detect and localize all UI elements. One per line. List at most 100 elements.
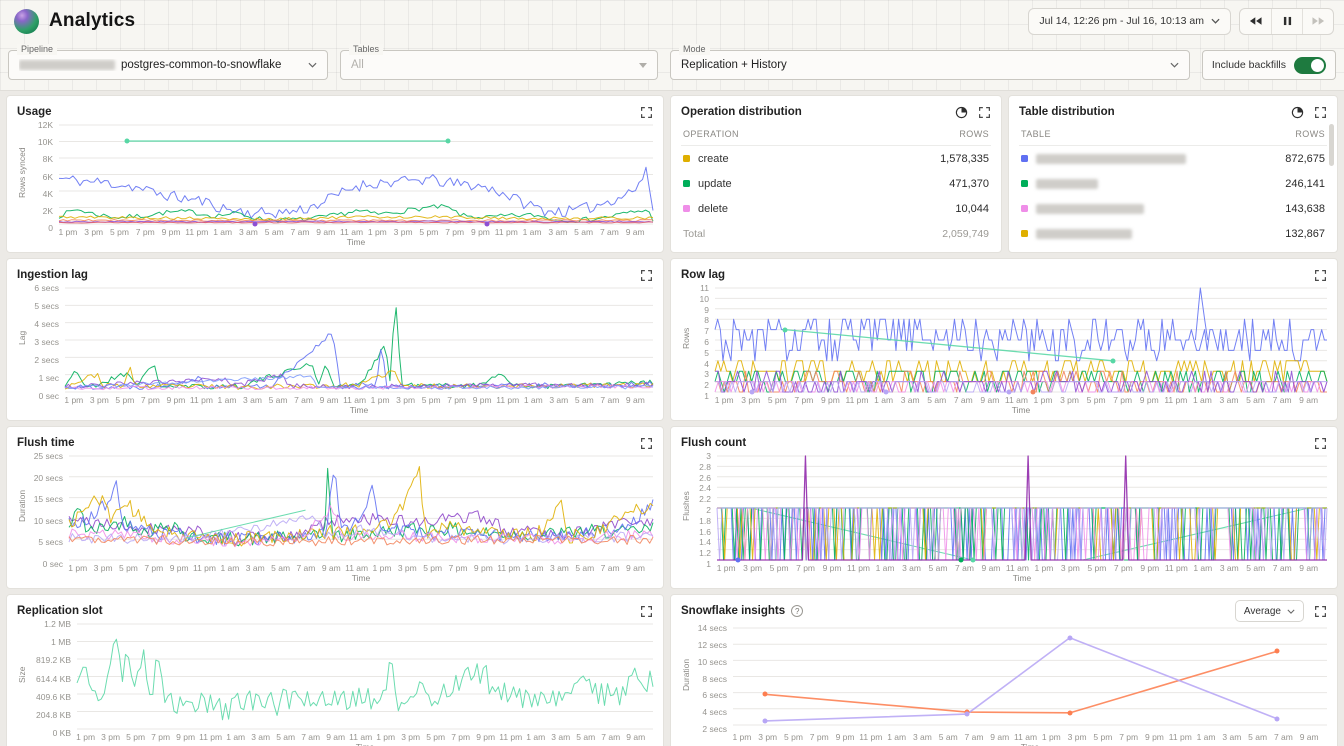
row-value: 471,370 — [949, 178, 989, 190]
x-tick: 1 am — [876, 563, 895, 573]
expand-icon[interactable] — [978, 106, 991, 119]
x-tick: 1 pm — [717, 563, 736, 573]
x-tick: 11 pm — [495, 227, 518, 237]
x-tick: 9 am — [981, 563, 1000, 573]
y-tick: 1.2 MB — [44, 619, 71, 629]
y-tick: 3 — [706, 451, 711, 461]
tables-select[interactable]: Tables All — [340, 50, 658, 80]
x-tick: 9 pm — [166, 395, 185, 405]
column-header: TABLE — [1021, 129, 1051, 139]
date-range-button[interactable]: Jul 14, 12:26 pm - Jul 16, 10:13 am — [1028, 8, 1231, 35]
expand-icon[interactable] — [640, 605, 653, 618]
expand-icon[interactable] — [640, 106, 653, 119]
x-tick: 9 pm — [162, 227, 181, 237]
x-tick: 11 pm — [193, 563, 216, 573]
x-tick: 1 am — [526, 732, 545, 742]
x-tick: 7 am — [601, 732, 620, 742]
data-point-marker — [1067, 710, 1072, 715]
include-backfills-control: Include backfills — [1202, 50, 1336, 80]
data-point-marker — [763, 718, 768, 723]
table-row: 246,141 — [1019, 171, 1327, 196]
x-tick: 1 am — [524, 395, 543, 405]
rewind-icon — [1249, 16, 1262, 26]
y-tick: 10 secs — [34, 516, 63, 526]
x-tick: 9 am — [980, 395, 999, 405]
x-tick: 3 am — [549, 395, 568, 405]
expand-icon[interactable] — [1314, 269, 1327, 282]
usage-title: Usage — [17, 106, 52, 118]
pie-chart-icon[interactable] — [955, 106, 968, 119]
x-tick: 5 pm — [419, 227, 438, 237]
x-tick: 5 am — [929, 563, 948, 573]
x-tick: 3 am — [239, 227, 258, 237]
x-axis: 1 pm3 pm5 pm7 pm9 pm11 pm1 am3 am5 am7 a… — [77, 729, 653, 742]
x-tick: 3 am — [551, 732, 570, 742]
x-tick: 5 am — [939, 732, 958, 742]
x-tick: 9 pm — [473, 395, 492, 405]
expand-icon[interactable] — [1314, 437, 1327, 450]
x-tick: 3 pm — [401, 732, 420, 742]
y-tick: 3 secs — [34, 337, 59, 347]
x-tick: 11 pm — [499, 732, 522, 742]
x-tick: 9 pm — [1145, 732, 1164, 742]
help-icon[interactable]: ? — [791, 605, 803, 617]
mode-select[interactable]: Mode Replication + History — [670, 50, 1190, 80]
y-tick: 1 — [704, 391, 709, 401]
operation-distribution-card: Operation distribution OPERATIONROWS cre… — [670, 95, 1002, 253]
column-header: OPERATION — [683, 129, 739, 139]
y-tick: 11 — [700, 283, 709, 293]
y-axis-label: Rows synced — [17, 121, 29, 224]
x-tick: 1 pm — [76, 732, 95, 742]
x-tick: 1 am — [226, 732, 245, 742]
y-tick: 2.2 — [699, 494, 711, 504]
x-tick: 5 am — [1246, 563, 1265, 573]
x-tick: 5 am — [276, 732, 295, 742]
x-tick: 11 am — [349, 732, 372, 742]
x-tick: 7 pm — [451, 732, 470, 742]
expand-icon[interactable] — [640, 437, 653, 450]
y-axis-label: Rows — [681, 284, 693, 392]
y-tick: 1 sec — [39, 373, 59, 383]
pipeline-select[interactable]: Pipeline postgres-common-to-snowflake — [8, 50, 328, 80]
expand-icon[interactable] — [1314, 106, 1327, 119]
y-tick: 6 — [704, 337, 709, 347]
x-tick: 9 pm — [821, 395, 840, 405]
x-tick: 5 pm — [126, 732, 145, 742]
pipeline-label: Pipeline — [17, 44, 57, 55]
x-axis: 1 pm3 pm5 pm7 pm9 pm11 pm1 am3 am5 am7 a… — [717, 560, 1327, 573]
y-tick: 2 secs — [702, 724, 727, 734]
expand-icon[interactable] — [640, 269, 653, 282]
x-tick: 9 am — [1299, 563, 1318, 573]
snowflake-insights-card: Snowflake insights ? Average Duration 2 … — [670, 594, 1338, 746]
x-tick: 3 pm — [1060, 395, 1079, 405]
total-row: Total2,059,749 — [681, 221, 991, 246]
x-tick: 7 am — [291, 227, 310, 237]
x-tick: 11 pm — [190, 395, 213, 405]
fast-forward-button[interactable] — [1302, 9, 1333, 34]
x-tick: 3 pm — [396, 395, 415, 405]
pie-chart-icon[interactable] — [1291, 106, 1304, 119]
usage-plot — [59, 125, 653, 224]
y-tick: 9 — [704, 305, 709, 315]
y-axis: 0 sec1 sec2 secs3 secs4 secs5 secs6 secs — [29, 284, 65, 392]
y-tick: 2K — [43, 206, 53, 216]
y-tick: 10 secs — [698, 657, 727, 667]
y-axis-label: Size — [17, 620, 29, 729]
dashboard-grid: Usage Rows synced 02K4K6K8K10K12K 1 pm3 … — [0, 91, 1344, 746]
aggregation-select[interactable]: Average — [1235, 600, 1304, 622]
y-tick: 12K — [38, 120, 53, 130]
x-tick: 7 pm — [810, 732, 829, 742]
topbar: Analytics Jul 14, 12:26 pm - Jul 16, 10:… — [0, 0, 1344, 42]
x-tick: 1 pm — [68, 563, 87, 573]
include-backfills-toggle[interactable] — [1294, 57, 1326, 74]
pause-button[interactable] — [1271, 9, 1302, 34]
y-tick: 614.4 KB — [36, 674, 71, 684]
scrollbar[interactable] — [1329, 124, 1334, 166]
x-tick: 5 pm — [784, 732, 803, 742]
table-row: create1,578,335 — [681, 146, 991, 171]
rewind-button[interactable] — [1240, 9, 1271, 34]
page-title: Analytics — [49, 10, 135, 32]
expand-icon[interactable] — [1314, 605, 1327, 618]
x-tick: 7 am — [1273, 563, 1292, 573]
x-tick: 1 am — [523, 227, 542, 237]
